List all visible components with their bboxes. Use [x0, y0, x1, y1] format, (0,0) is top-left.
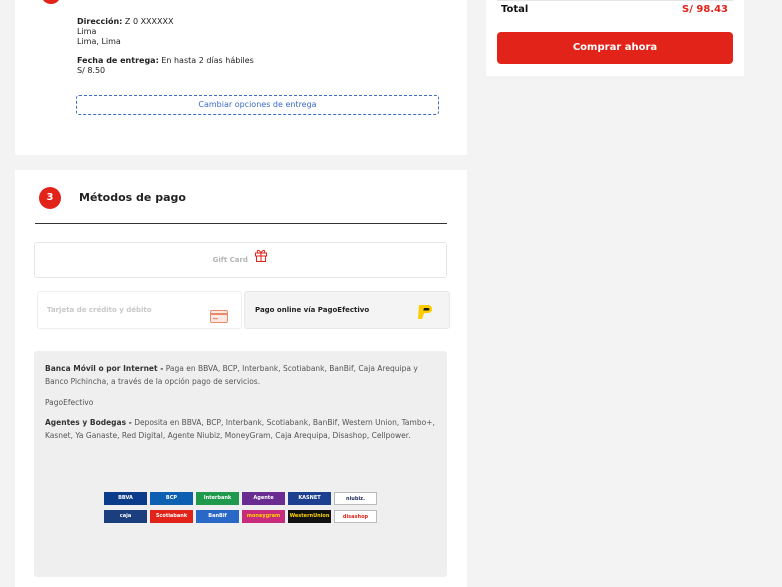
delivery-address: Dirección: Z 0 XXXXXX	[77, 17, 173, 27]
payment-info-box: Banca Móvil o por Internet - Paga en BBV…	[34, 351, 447, 577]
bank-logo-banbif: BanBif	[196, 510, 239, 523]
credit-card-option[interactable]: Tarjeta de crédito y débito	[37, 291, 242, 329]
step-badge-payment: 3	[39, 187, 61, 209]
bank-logo-scotiabank: Scotiabank	[150, 510, 193, 523]
date-value: En hasta 2 días hábiles	[161, 56, 254, 65]
delivery-city: Lima	[77, 27, 97, 36]
banca-info: Banca Móvil o por Internet - Paga en BBV…	[45, 362, 435, 388]
pagoefectivo-logo-icon	[416, 301, 436, 337]
bank-logo-interbank: Interbank	[196, 492, 239, 505]
address-value: Z 0 XXXXXX	[124, 17, 174, 26]
bank-logo-bcp: BCP	[150, 492, 193, 505]
credit-card-icon	[210, 303, 228, 339]
payment-card: 3 Métodos de pago Gift Card Tarjeta de c…	[15, 170, 467, 587]
bank-logo-kasnet: KASNET	[288, 492, 331, 505]
delivery-date: Fecha de entrega: En hasta 2 días hábile…	[77, 56, 254, 66]
agentes-title: Agentes y Bodegas -	[45, 418, 132, 427]
bank-logo-moneygram: moneygram	[242, 510, 285, 523]
banca-title: Banca Móvil o por Internet -	[45, 364, 164, 373]
delivery-price: S/ 8.50	[77, 66, 106, 75]
pagoefectivo-label: Pago online vía PagoEfectivo	[255, 306, 370, 314]
bank-logo-westernunion: WesternUnion	[288, 510, 331, 523]
divider	[35, 223, 447, 224]
total-value: S/ 98.43	[682, 4, 728, 15]
step-badge-delivery	[41, 0, 61, 4]
giftcard-label: Gift Card	[212, 256, 248, 264]
bank-logo-disashop: disashop	[334, 510, 377, 523]
change-delivery-button[interactable]: Cambiar opciones de entrega	[76, 95, 439, 115]
bank-logo-agente: Agente	[242, 492, 285, 505]
bank-logo-niubiz: niubiz.	[334, 492, 377, 505]
agentes-info: Agentes y Bodegas - Deposita en BBVA, BC…	[45, 416, 435, 442]
credit-card-label: Tarjeta de crédito y débito	[47, 306, 152, 314]
gift-icon	[254, 243, 268, 277]
delivery-card: Dirección: Z 0 XXXXXX Lima Lima, Lima Fe…	[15, 0, 467, 155]
address-label: Dirección:	[77, 17, 123, 26]
total-label: Total	[501, 4, 529, 15]
bank-logo-bbva: BBVA	[104, 492, 147, 505]
buy-now-button[interactable]: Comprar ahora	[497, 32, 733, 64]
summary-divider	[497, 0, 733, 1]
date-label: Fecha de entrega:	[77, 56, 159, 65]
pagoefectivo-option[interactable]: Pago online vía PagoEfectivo	[244, 291, 450, 329]
order-summary-card: Total S/ 98.43 Comprar ahora	[486, 0, 744, 76]
giftcard-option[interactable]: Gift Card	[34, 242, 447, 278]
pagoefectivo-text: PagoEfectivo	[45, 398, 94, 407]
payment-title: Métodos de pago	[79, 191, 186, 204]
bank-logo-caja: caja	[104, 510, 147, 523]
delivery-region: Lima, Lima	[77, 37, 121, 46]
